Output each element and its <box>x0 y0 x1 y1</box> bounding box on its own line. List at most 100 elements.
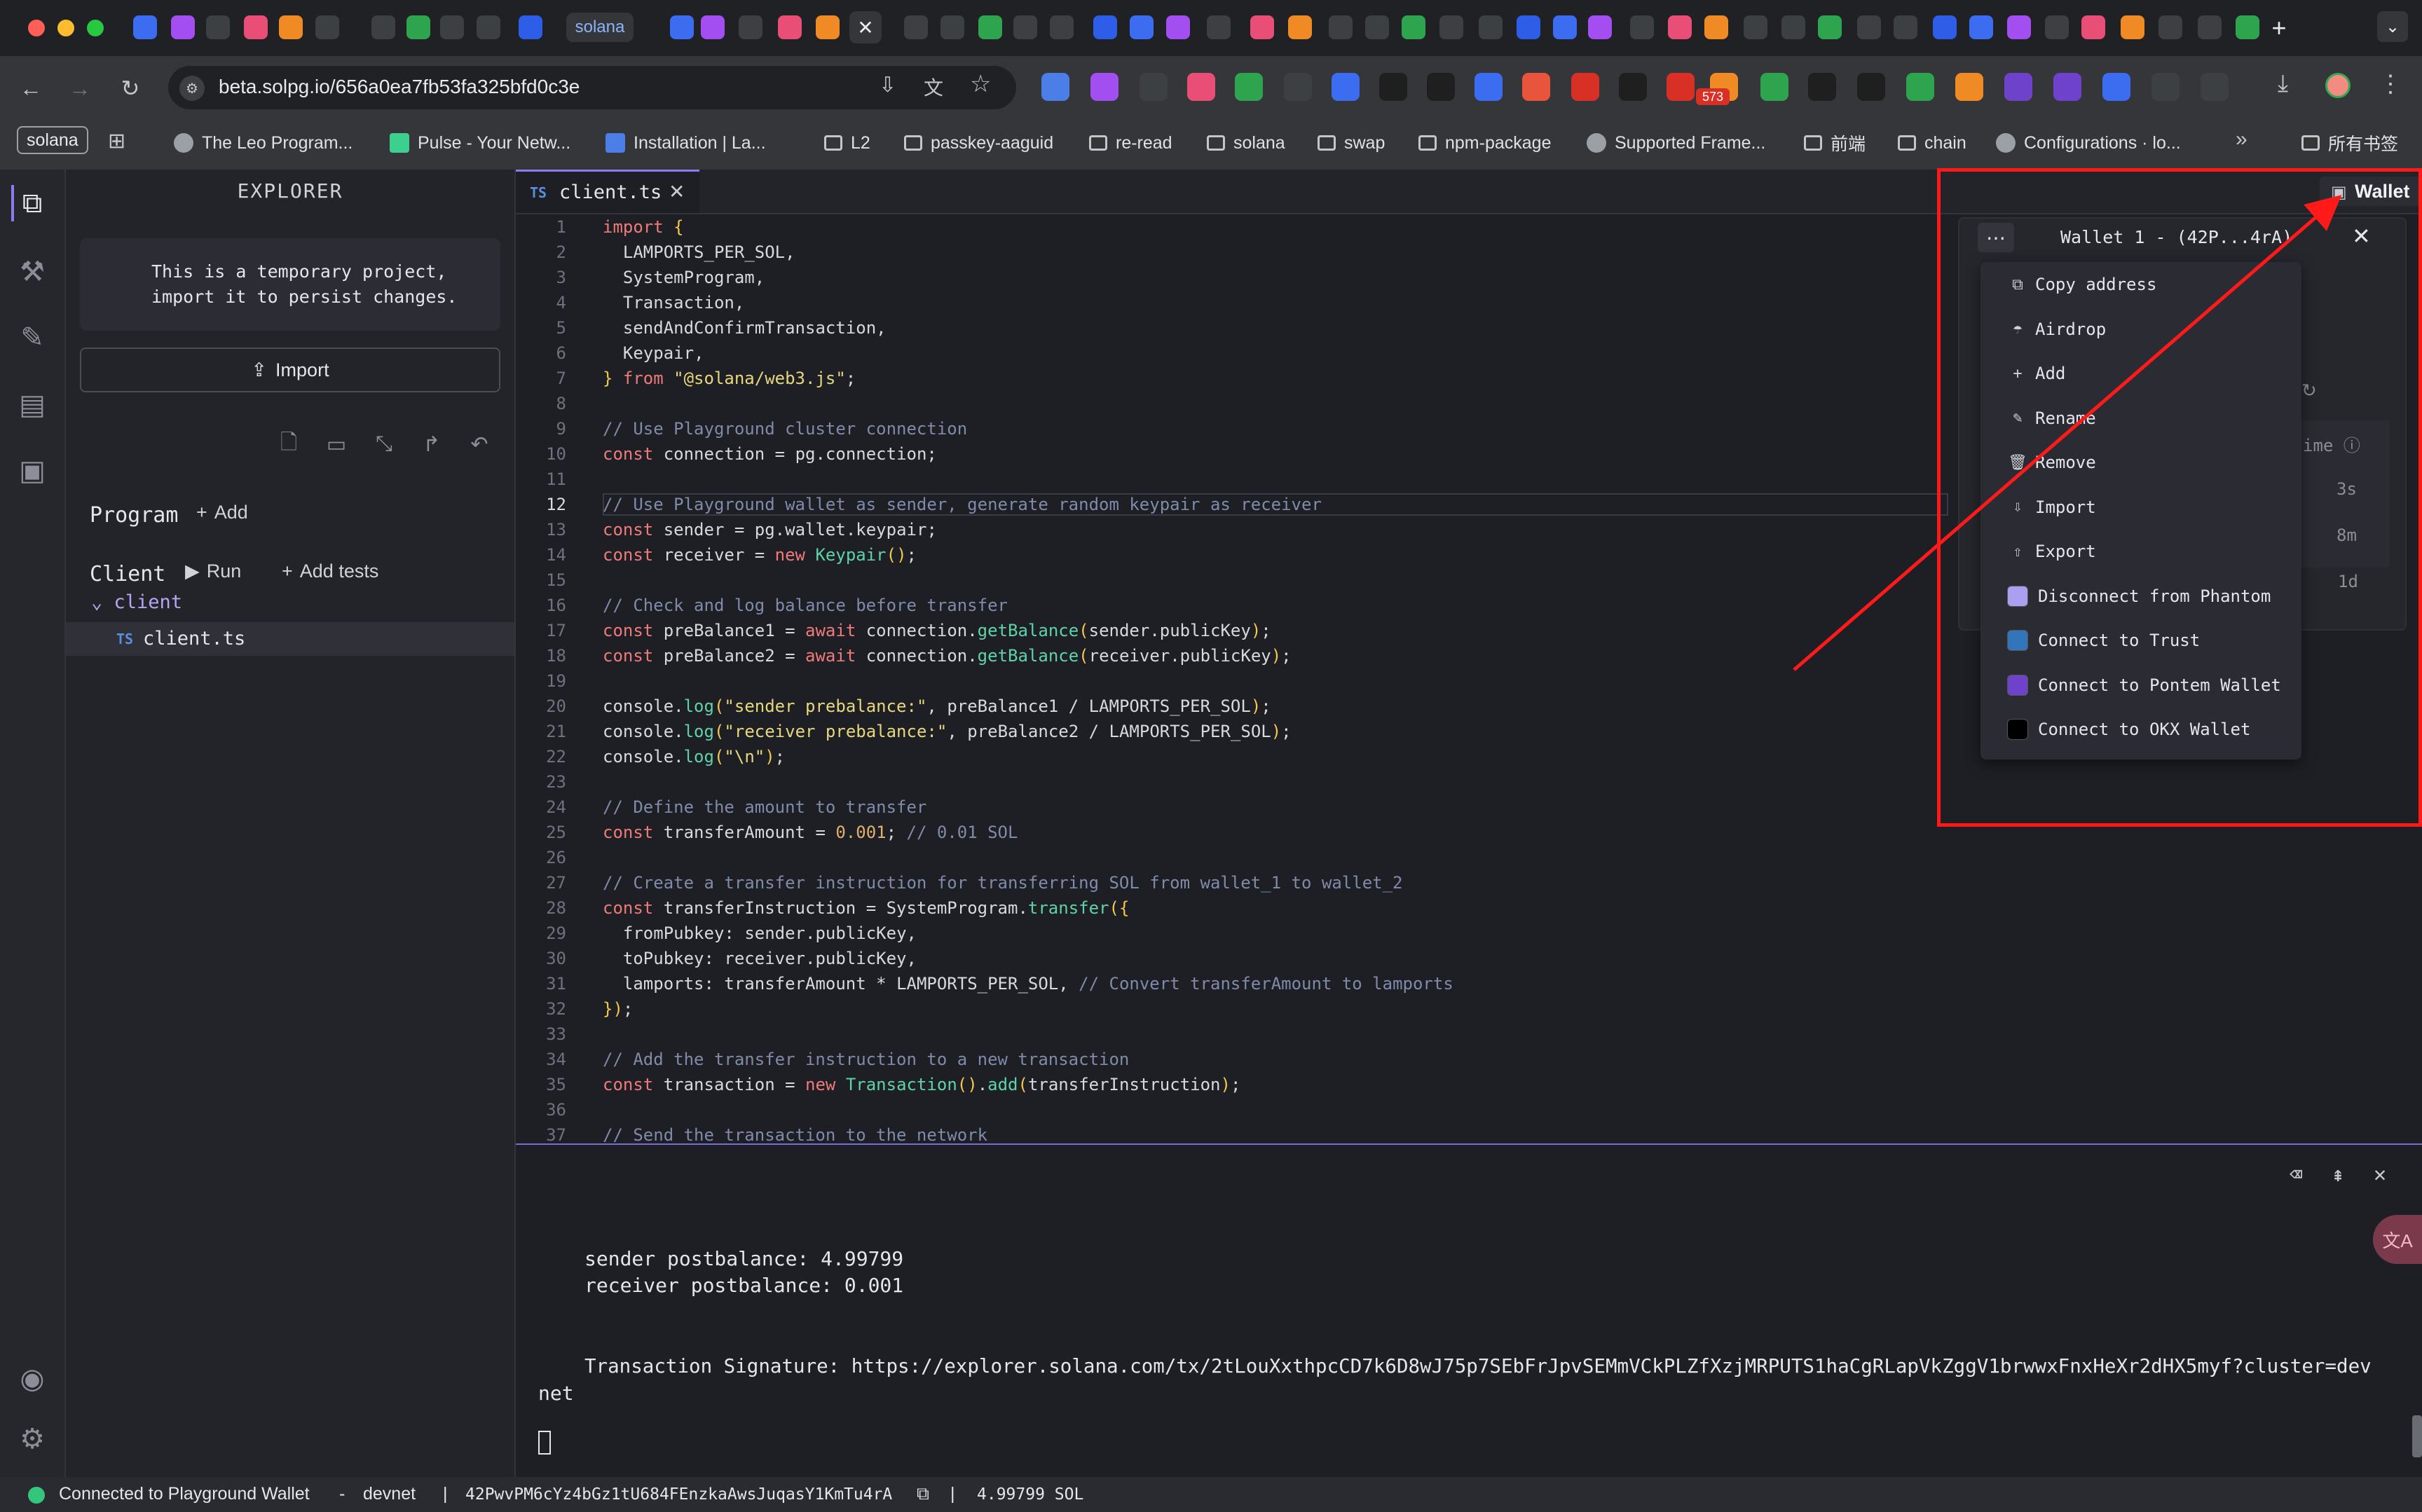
bookmark-star-icon[interactable]: ☆ <box>970 70 991 98</box>
forward-arrow-icon[interactable]: → <box>66 74 94 102</box>
clear-terminal-icon[interactable]: ⌫ <box>2282 1160 2310 1188</box>
pinned-tab-favicon-icon[interactable] <box>1781 15 1805 39</box>
bookmark-folder[interactable]: solana <box>1207 129 1285 157</box>
browser-extension-icon[interactable] <box>1090 73 1118 101</box>
pinned-tab-favicon-icon[interactable] <box>904 15 928 39</box>
code-line[interactable]: } from "@solana/web3.js"; <box>603 369 856 388</box>
code-line[interactable]: // Send the transaction to the network <box>603 1125 987 1142</box>
pinned-tab-favicon-icon[interactable] <box>2007 15 2031 39</box>
code-line[interactable]: lamports: transferAmount * LAMPORTS_PER_… <box>603 974 1453 994</box>
wallet-address[interactable]: 42PwvPM6cYz4bGz1tU684FEnzkaAwsJuqasY1KmT… <box>465 1485 892 1504</box>
new-folder-icon[interactable]: ▭ <box>322 430 350 458</box>
code-line[interactable]: console.log("sender prebalance:", preBal… <box>603 696 1271 716</box>
translate-float-icon[interactable]: 文A <box>2373 1215 2422 1264</box>
pinned-tab-favicon-icon[interactable] <box>1668 15 1692 39</box>
zoom-window-button[interactable] <box>87 20 104 36</box>
explorer-files-icon[interactable]: ⧉ <box>11 185 50 221</box>
github-icon[interactable]: ◉ <box>14 1361 50 1397</box>
code-line[interactable]: const preBalance2 = await connection.get… <box>603 646 1292 666</box>
bookmark-folder[interactable]: npm-package <box>1418 129 1551 157</box>
browser-extension-icon[interactable] <box>1808 73 1836 101</box>
pinned-tab-favicon-icon[interactable] <box>1050 15 1074 39</box>
chrome-menu-icon[interactable]: ⋮ <box>2379 70 2402 98</box>
new-tab-plus-icon[interactable]: + <box>2265 13 2293 42</box>
pinned-tab-favicon-icon[interactable] <box>1704 15 1728 39</box>
pinned-tab-favicon-icon[interactable] <box>2158 15 2182 39</box>
pinned-tab-favicon-icon[interactable] <box>816 15 840 39</box>
pinned-tab-favicon-icon[interactable] <box>1933 15 1957 39</box>
pinned-tab-favicon-icon[interactable] <box>2121 15 2144 39</box>
pinned-tab-favicon-icon[interactable] <box>1207 15 1231 39</box>
downloads-icon[interactable]: ⤓ <box>2278 70 2288 97</box>
pinned-tab-favicon-icon[interactable] <box>1894 15 1917 39</box>
code-line[interactable]: console.log("\n"); <box>603 747 785 767</box>
pinned-tab-favicon-icon[interactable] <box>701 15 725 39</box>
pinned-tab-favicon-icon[interactable] <box>315 15 339 39</box>
tutorials-icon[interactable]: ▤ <box>14 387 50 423</box>
pinned-tab-favicon-icon[interactable] <box>477 15 500 39</box>
connection-status[interactable]: Connected to Playground Wallet <box>59 1484 310 1504</box>
pinned-tab-favicon-icon[interactable] <box>1744 15 1767 39</box>
bookmark-solana-pill[interactable]: solana <box>17 126 88 154</box>
code-line[interactable]: const connection = pg.connection; <box>603 444 937 464</box>
pinned-tab-favicon-icon[interactable] <box>519 15 542 39</box>
bookmark-folder[interactable]: swap <box>1318 129 1385 157</box>
browser-extension-icon[interactable] <box>1760 73 1788 101</box>
browser-extension-icon[interactable] <box>1332 73 1360 101</box>
bookmark-site[interactable]: Installation | La... <box>606 129 766 157</box>
code-line[interactable]: SystemProgram, <box>603 268 765 287</box>
terminal-panel[interactable]: ⌫ ⇞ ✕ sender postbalance: 4.99799 receiv… <box>516 1143 2422 1478</box>
code-line[interactable]: const sender = pg.wallet.keypair; <box>603 520 937 539</box>
browser-extension-icon[interactable] <box>1906 73 1934 101</box>
browser-extension-icon[interactable] <box>1427 73 1455 101</box>
browser-extension-icon[interactable] <box>1235 73 1263 101</box>
network-label[interactable]: devnet <box>363 1484 416 1504</box>
pinned-tab-favicon-icon[interactable] <box>406 15 430 39</box>
pinned-tab-favicon-icon[interactable] <box>1365 15 1389 39</box>
pinned-tab-favicon-icon[interactable] <box>1818 15 1842 39</box>
maximize-terminal-icon[interactable]: ⇞ <box>2324 1160 2352 1188</box>
file-tree-item-client-ts[interactable]: TS client.ts <box>66 622 514 656</box>
pinned-tab-favicon-icon[interactable] <box>1857 15 1881 39</box>
pinned-tab-favicon-icon[interactable] <box>440 15 464 39</box>
code-line[interactable]: LAMPORTS_PER_SOL, <box>603 242 795 262</box>
pinned-tab-favicon-icon[interactable] <box>1630 15 1654 39</box>
browser-extension-icon[interactable] <box>1955 73 1983 101</box>
tab-client-ts[interactable]: TS client.ts ✕ <box>516 170 699 213</box>
pinned-tab-favicon-icon[interactable] <box>1969 15 1993 39</box>
import-project-button[interactable]: ⇪ Import <box>80 348 500 392</box>
bookmark-site[interactable]: The Leo Program... <box>174 129 353 157</box>
reset-icon[interactable]: ↶ <box>465 430 493 458</box>
close-tab-icon[interactable]: ✕ <box>669 180 685 203</box>
pinned-tab-favicon-icon[interactable] <box>1588 15 1612 39</box>
browser-extension-icon[interactable] <box>1475 73 1503 101</box>
code-line[interactable]: sendAndConfirmTransaction, <box>603 318 887 338</box>
active-tab-close-icon[interactable]: ✕ <box>849 11 882 43</box>
pinned-tab-favicon-icon[interactable] <box>670 15 694 39</box>
apps-grid-icon[interactable]: ⊞ <box>108 129 125 153</box>
bookmark-folder[interactable]: passkey-aaguid <box>904 129 1053 157</box>
code-line[interactable]: const transferAmount = 0.001; // 0.01 SO… <box>603 823 1018 842</box>
pinned-tab-favicon-icon[interactable] <box>1130 15 1154 39</box>
bookmark-folder[interactable]: L2 <box>824 129 870 157</box>
browser-extension-icon[interactable] <box>1379 73 1407 101</box>
more-bookmarks-chevron-icon[interactable]: » <box>2236 128 2247 151</box>
browser-extension-icon[interactable] <box>1667 73 1695 101</box>
pinned-tab-favicon-icon[interactable] <box>1479 15 1503 39</box>
bookmark-folder[interactable]: chain <box>1898 129 1966 157</box>
add-program-button[interactable]: + Add <box>196 502 248 523</box>
bookmark-folder[interactable]: re-read <box>1089 129 1172 157</box>
settings-gear-icon[interactable]: ⚙ <box>14 1421 50 1457</box>
all-bookmarks-folder[interactable]: 所有书签 <box>2301 129 2398 157</box>
profile-avatar[interactable] <box>2325 73 2351 98</box>
build-tools-icon[interactable]: ⚒ <box>14 254 50 290</box>
pinned-tab-favicon-icon[interactable] <box>2236 15 2259 39</box>
browser-extension-icon[interactable] <box>1619 73 1647 101</box>
pinned-tab-favicon-icon[interactable] <box>244 15 268 39</box>
browser-extension-icon[interactable] <box>2102 73 2130 101</box>
code-line[interactable]: // Create a transfer instruction for tra… <box>603 873 1403 893</box>
pinned-tab-favicon-icon[interactable] <box>1517 15 1540 39</box>
minimize-window-button[interactable] <box>57 20 74 36</box>
pinned-tab-favicon-icon[interactable] <box>1250 15 1274 39</box>
pinned-tab-favicon-icon[interactable] <box>940 15 964 39</box>
